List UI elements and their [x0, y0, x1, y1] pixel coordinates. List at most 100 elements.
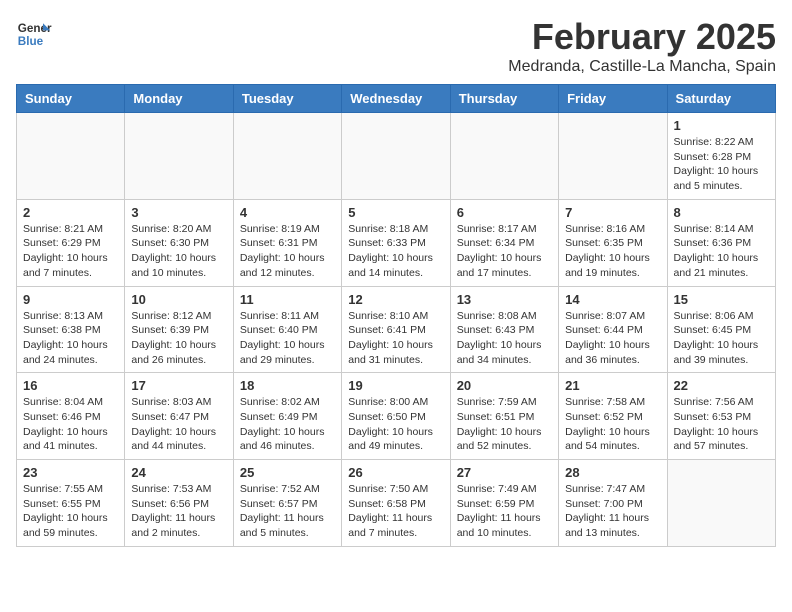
- calendar-day-cell: [233, 113, 341, 200]
- day-number: 25: [240, 465, 335, 480]
- day-info: Sunrise: 7:49 AM Sunset: 6:59 PM Dayligh…: [457, 482, 552, 541]
- day-info: Sunrise: 7:52 AM Sunset: 6:57 PM Dayligh…: [240, 482, 335, 541]
- calendar-day-cell: 15 Sunrise: 8:06 AM Sunset: 6:45 PM Dayli…: [667, 286, 775, 373]
- day-info: Sunrise: 8:14 AM Sunset: 6:36 PM Dayligh…: [674, 222, 769, 281]
- calendar-week-row: 16 Sunrise: 8:04 AM Sunset: 6:46 PM Dayli…: [17, 373, 776, 460]
- day-info: Sunrise: 7:53 AM Sunset: 6:56 PM Dayligh…: [131, 482, 226, 541]
- calendar-day-cell: [125, 113, 233, 200]
- day-info: Sunrise: 8:19 AM Sunset: 6:31 PM Dayligh…: [240, 222, 335, 281]
- day-info: Sunrise: 8:16 AM Sunset: 6:35 PM Dayligh…: [565, 222, 660, 281]
- weekday-header-tuesday: Tuesday: [233, 85, 341, 113]
- day-info: Sunrise: 8:08 AM Sunset: 6:43 PM Dayligh…: [457, 309, 552, 368]
- calendar-day-cell: 3Sunrise: 8:20 AM Sunset: 6:30 PM Daylig…: [125, 199, 233, 286]
- weekday-header-thursday: Thursday: [450, 85, 558, 113]
- title-block: February 2025 Medranda, Castille-La Manc…: [508, 16, 776, 76]
- day-info: Sunrise: 8:02 AM Sunset: 6:49 PM Dayligh…: [240, 395, 335, 454]
- calendar-day-cell: 7 Sunrise: 8:16 AM Sunset: 6:35 PM Daylig…: [559, 199, 667, 286]
- calendar-day-cell: 2Sunrise: 8:21 AM Sunset: 6:29 PM Daylig…: [17, 199, 125, 286]
- calendar-day-cell: 27Sunrise: 7:49 AM Sunset: 6:59 PM Dayli…: [450, 460, 558, 547]
- calendar-day-cell: 6 Sunrise: 8:17 AM Sunset: 6:34 PM Daylig…: [450, 199, 558, 286]
- svg-text:Blue: Blue: [18, 35, 44, 48]
- calendar-table: SundayMondayTuesdayWednesdayThursdayFrid…: [16, 84, 776, 547]
- calendar-day-cell: 4 Sunrise: 8:19 AM Sunset: 6:31 PM Daylig…: [233, 199, 341, 286]
- calendar-week-row: 1 Sunrise: 8:22 AM Sunset: 6:28 PM Daylig…: [17, 113, 776, 200]
- day-info: Sunrise: 7:59 AM Sunset: 6:51 PM Dayligh…: [457, 395, 552, 454]
- calendar-week-row: 23 Sunrise: 7:55 AM Sunset: 6:55 PM Dayli…: [17, 460, 776, 547]
- calendar-day-cell: 25 Sunrise: 7:52 AM Sunset: 6:57 PM Dayli…: [233, 460, 341, 547]
- day-info: Sunrise: 7:47 AM Sunset: 7:00 PM Dayligh…: [565, 482, 660, 541]
- calendar-day-cell: 9 Sunrise: 8:13 AM Sunset: 6:38 PM Daylig…: [17, 286, 125, 373]
- calendar-week-row: 2Sunrise: 8:21 AM Sunset: 6:29 PM Daylig…: [17, 199, 776, 286]
- day-number: 24: [131, 465, 226, 480]
- day-number: 6: [457, 205, 552, 220]
- location-title: Medranda, Castille-La Mancha, Spain: [508, 58, 776, 76]
- day-number: 15: [674, 292, 769, 307]
- day-info: Sunrise: 8:00 AM Sunset: 6:50 PM Dayligh…: [348, 395, 443, 454]
- day-info: Sunrise: 8:17 AM Sunset: 6:34 PM Dayligh…: [457, 222, 552, 281]
- weekday-header-wednesday: Wednesday: [342, 85, 450, 113]
- day-info: Sunrise: 8:13 AM Sunset: 6:38 PM Dayligh…: [23, 309, 118, 368]
- calendar-day-cell: 14Sunrise: 8:07 AM Sunset: 6:44 PM Dayli…: [559, 286, 667, 373]
- weekday-header-row: SundayMondayTuesdayWednesdayThursdayFrid…: [17, 85, 776, 113]
- day-info: Sunrise: 8:22 AM Sunset: 6:28 PM Dayligh…: [674, 135, 769, 194]
- calendar-day-cell: 16 Sunrise: 8:04 AM Sunset: 6:46 PM Dayli…: [17, 373, 125, 460]
- calendar-day-cell: 1 Sunrise: 8:22 AM Sunset: 6:28 PM Daylig…: [667, 113, 775, 200]
- day-info: Sunrise: 8:18 AM Sunset: 6:33 PM Dayligh…: [348, 222, 443, 281]
- calendar-day-cell: 11Sunrise: 8:11 AM Sunset: 6:40 PM Dayli…: [233, 286, 341, 373]
- day-number: 19: [348, 378, 443, 393]
- logo-icon: General Blue: [16, 16, 52, 52]
- calendar-day-cell: 23 Sunrise: 7:55 AM Sunset: 6:55 PM Dayli…: [17, 460, 125, 547]
- day-number: 28: [565, 465, 660, 480]
- day-number: 7: [565, 205, 660, 220]
- calendar-day-cell: 24 Sunrise: 7:53 AM Sunset: 6:56 PM Dayli…: [125, 460, 233, 547]
- calendar-day-cell: [450, 113, 558, 200]
- day-info: Sunrise: 8:12 AM Sunset: 6:39 PM Dayligh…: [131, 309, 226, 368]
- day-number: 26: [348, 465, 443, 480]
- logo: General Blue: [16, 16, 52, 52]
- calendar-day-cell: 5 Sunrise: 8:18 AM Sunset: 6:33 PM Daylig…: [342, 199, 450, 286]
- day-info: Sunrise: 7:56 AM Sunset: 6:53 PM Dayligh…: [674, 395, 769, 454]
- calendar-day-cell: 10 Sunrise: 8:12 AM Sunset: 6:39 PM Dayli…: [125, 286, 233, 373]
- day-number: 1: [674, 118, 769, 133]
- day-info: Sunrise: 7:55 AM Sunset: 6:55 PM Dayligh…: [23, 482, 118, 541]
- weekday-header-sunday: Sunday: [17, 85, 125, 113]
- day-info: Sunrise: 8:10 AM Sunset: 6:41 PM Dayligh…: [348, 309, 443, 368]
- day-info: Sunrise: 8:04 AM Sunset: 6:46 PM Dayligh…: [23, 395, 118, 454]
- calendar-day-cell: 22 Sunrise: 7:56 AM Sunset: 6:53 PM Dayli…: [667, 373, 775, 460]
- day-info: Sunrise: 8:20 AM Sunset: 6:30 PM Dayligh…: [131, 222, 226, 281]
- day-number: 10: [131, 292, 226, 307]
- month-title: February 2025: [508, 16, 776, 58]
- day-number: 14: [565, 292, 660, 307]
- calendar-day-cell: 18Sunrise: 8:02 AM Sunset: 6:49 PM Dayli…: [233, 373, 341, 460]
- day-number: 4: [240, 205, 335, 220]
- day-number: 21: [565, 378, 660, 393]
- calendar-day-cell: [342, 113, 450, 200]
- calendar-day-cell: 17 Sunrise: 8:03 AM Sunset: 6:47 PM Dayli…: [125, 373, 233, 460]
- day-info: Sunrise: 8:03 AM Sunset: 6:47 PM Dayligh…: [131, 395, 226, 454]
- calendar-day-cell: [559, 113, 667, 200]
- day-info: Sunrise: 7:50 AM Sunset: 6:58 PM Dayligh…: [348, 482, 443, 541]
- day-number: 16: [23, 378, 118, 393]
- day-number: 20: [457, 378, 552, 393]
- calendar-day-cell: 28 Sunrise: 7:47 AM Sunset: 7:00 PM Dayli…: [559, 460, 667, 547]
- day-number: 23: [23, 465, 118, 480]
- day-number: 9: [23, 292, 118, 307]
- calendar-week-row: 9 Sunrise: 8:13 AM Sunset: 6:38 PM Daylig…: [17, 286, 776, 373]
- calendar-day-cell: [17, 113, 125, 200]
- day-number: 5: [348, 205, 443, 220]
- weekday-header-friday: Friday: [559, 85, 667, 113]
- day-info: Sunrise: 8:21 AM Sunset: 6:29 PM Dayligh…: [23, 222, 118, 281]
- calendar-day-cell: 13 Sunrise: 8:08 AM Sunset: 6:43 PM Dayli…: [450, 286, 558, 373]
- day-number: 17: [131, 378, 226, 393]
- calendar-day-cell: 21Sunrise: 7:58 AM Sunset: 6:52 PM Dayli…: [559, 373, 667, 460]
- calendar-day-cell: 26 Sunrise: 7:50 AM Sunset: 6:58 PM Dayli…: [342, 460, 450, 547]
- weekday-header-saturday: Saturday: [667, 85, 775, 113]
- day-number: 13: [457, 292, 552, 307]
- day-number: 22: [674, 378, 769, 393]
- calendar-day-cell: [667, 460, 775, 547]
- day-number: 12: [348, 292, 443, 307]
- day-number: 11: [240, 292, 335, 307]
- day-number: 8: [674, 205, 769, 220]
- weekday-header-monday: Monday: [125, 85, 233, 113]
- day-info: Sunrise: 8:06 AM Sunset: 6:45 PM Dayligh…: [674, 309, 769, 368]
